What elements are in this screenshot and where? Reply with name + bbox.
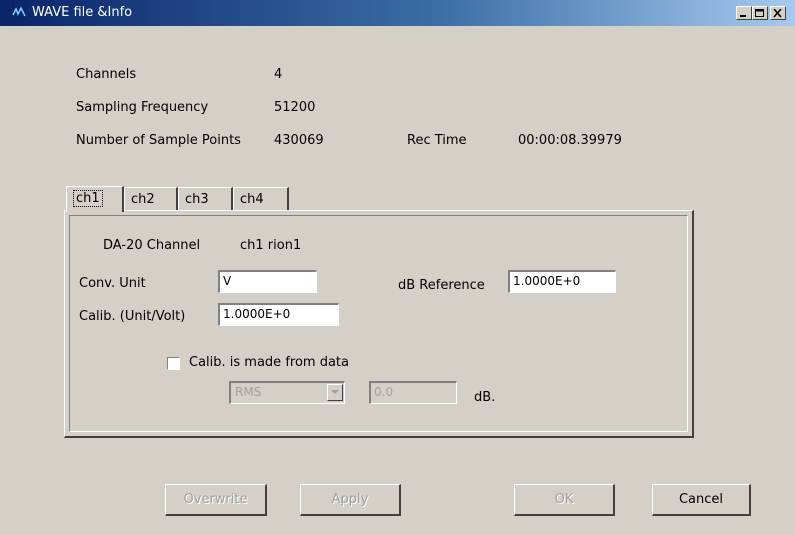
- db-reference-field[interactable]: 1.0000E+0: [508, 270, 616, 293]
- tab-label: ch4: [240, 192, 264, 207]
- close-button[interactable]: [770, 6, 786, 20]
- close-icon: [773, 9, 782, 18]
- sample-points-value: 430069: [274, 133, 324, 148]
- sample-points-label: Number of Sample Points: [76, 133, 241, 148]
- ok-button[interactable]: OK: [514, 484, 615, 516]
- calib-mode-select[interactable]: RMS: [229, 381, 345, 404]
- cancel-button[interactable]: Cancel: [652, 484, 751, 516]
- maximize-button[interactable]: [752, 6, 768, 20]
- calib-label: Calib. (Unit/Volt): [79, 309, 186, 324]
- tab-ch1[interactable]: ch1: [66, 186, 124, 212]
- db-reference-label: dB Reference: [398, 278, 485, 293]
- sampling-frequency-value: 51200: [274, 100, 316, 115]
- db-unit-label: dB.: [474, 390, 496, 405]
- calib-mode-value: RMS: [235, 385, 262, 399]
- tab-ch4[interactable]: ch4: [233, 187, 289, 211]
- tab-label: ch2: [131, 192, 155, 207]
- chevron-down-icon: [331, 390, 339, 394]
- overwrite-button[interactable]: Overwrite: [165, 484, 267, 516]
- window-title: WAVE file &Info: [32, 5, 133, 20]
- conv-unit-field[interactable]: V: [218, 270, 317, 293]
- rec-time-label: Rec Time: [407, 133, 467, 148]
- tab-ch2[interactable]: ch2: [124, 187, 178, 211]
- minimize-button[interactable]: [736, 6, 752, 20]
- tab-label: ch1: [73, 190, 103, 207]
- calib-db-field[interactable]: 0.0: [369, 381, 457, 404]
- da-channel-label: DA-20 Channel: [103, 238, 201, 253]
- calib-field[interactable]: 1.0000E+0: [218, 303, 339, 326]
- channels-value: 4: [274, 67, 283, 82]
- conv-unit-label: Conv. Unit: [79, 276, 146, 291]
- title-bar: WAVE file &Info: [0, 0, 795, 26]
- tab-ch3[interactable]: ch3: [178, 187, 233, 211]
- apply-button[interactable]: Apply: [300, 484, 401, 516]
- calib-from-data-label: Calib. is made from data: [189, 355, 349, 370]
- maximize-icon: [755, 9, 764, 17]
- calib-from-data-checkbox[interactable]: [167, 357, 180, 370]
- da-channel-value: ch1 rion1: [240, 238, 302, 253]
- rec-time-value: 00:00:08.39979: [518, 133, 622, 148]
- minimize-icon: [740, 15, 746, 17]
- channels-label: Channels: [76, 67, 137, 82]
- tab-label: ch3: [185, 192, 209, 207]
- calib-mode-dropdown-button[interactable]: [327, 384, 343, 401]
- sampling-frequency-label: Sampling Frequency: [76, 100, 209, 115]
- app-icon: [12, 6, 26, 19]
